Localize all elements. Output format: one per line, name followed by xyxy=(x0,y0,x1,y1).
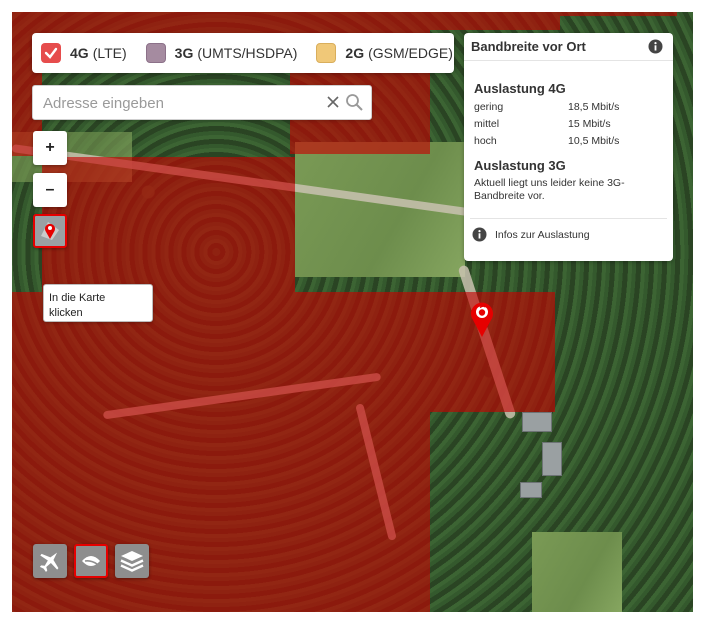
panel-header: Bandbreite vor Ort xyxy=(464,33,673,61)
search-input[interactable] xyxy=(41,90,315,116)
section-3g-title: Auslastung 3G xyxy=(474,158,566,173)
bandwidth-row: mittel 15 Mbit/s xyxy=(474,118,664,130)
panel-title: Bandbreite vor Ort xyxy=(471,39,586,54)
info-icon[interactable] xyxy=(648,39,663,54)
legend-detail: (GSM/EDGE) xyxy=(368,45,453,61)
layers-button[interactable] xyxy=(115,544,149,578)
airplane-button[interactable] xyxy=(33,544,67,578)
bandwidth-row: gering 18,5 Mbit/s xyxy=(474,101,664,113)
building xyxy=(520,482,542,498)
zoom-out-label: – xyxy=(45,181,55,198)
meadow-area xyxy=(532,532,622,612)
zoom-out-button[interactable]: – xyxy=(33,173,67,207)
vodafone-marker-icon[interactable] xyxy=(470,300,494,338)
row-label: mittel xyxy=(474,118,500,130)
building xyxy=(542,442,562,476)
legend-tech: 3G xyxy=(174,45,194,61)
legend-detail: (UMTS/HSDPA) xyxy=(197,45,298,61)
legend-item-3g[interactable]: 3G (UMTS/HSDPA) xyxy=(145,43,298,63)
auslastung-info-link[interactable]: Infos zur Auslastung xyxy=(472,227,590,242)
bandwidth-row: hoch 10,5 Mbit/s xyxy=(474,135,664,147)
row-label: hoch xyxy=(474,135,497,147)
bandwidth-panel: Bandbreite vor Ort Auslastung 4G gering … xyxy=(464,33,673,261)
layers-icon xyxy=(120,551,144,572)
checkbox-4g[interactable] xyxy=(41,43,61,63)
info-icon xyxy=(472,227,487,242)
row-value: 10,5 Mbit/s xyxy=(568,135,620,147)
search-icon[interactable] xyxy=(345,93,364,112)
legend-item-4g[interactable]: 4G (LTE) xyxy=(41,43,127,63)
coverage-4g-area xyxy=(42,157,295,292)
address-search xyxy=(32,85,372,120)
airplane-icon xyxy=(39,552,59,572)
tooltip-line: In die Karte xyxy=(49,292,106,304)
zoom-in-label: + xyxy=(45,139,55,156)
section-3g-note: Aktuell liegt uns leider keine 3G-Bandbr… xyxy=(474,177,625,202)
legend-detail: (LTE) xyxy=(92,45,127,61)
legend-tech: 2G xyxy=(345,45,365,61)
coverage-4g-area xyxy=(430,16,560,30)
coverage-4g-area xyxy=(42,16,290,34)
leaf-icon xyxy=(82,556,100,566)
building xyxy=(522,412,552,432)
network-legend: 4G (LTE) 3G (UMTS/HSDPA) 2G (GSM/EDGE) xyxy=(32,33,454,73)
zoom-in-button[interactable]: + xyxy=(33,131,67,165)
row-value: 15 Mbit/s xyxy=(568,118,611,130)
row-value: 18,5 Mbit/s xyxy=(568,101,620,113)
checkbox-3g[interactable] xyxy=(145,43,166,63)
checkbox-2g[interactable] xyxy=(316,43,337,63)
close-icon[interactable] xyxy=(326,95,340,109)
panel-divider xyxy=(470,218,667,219)
coverage-4g-area xyxy=(12,412,430,612)
map-click-tooltip: In die Karte klicken xyxy=(43,284,153,322)
leaf-button[interactable] xyxy=(74,544,108,578)
location-pin-icon xyxy=(41,222,59,240)
row-label: gering xyxy=(474,101,504,113)
footer-link-label: Infos zur Auslastung xyxy=(495,228,590,241)
legend-item-2g[interactable]: 2G (GSM/EDGE) xyxy=(316,43,453,63)
locate-button[interactable] xyxy=(33,214,67,248)
legend-tech: 4G xyxy=(70,45,89,61)
check-icon xyxy=(44,47,58,59)
tooltip-line: klicken xyxy=(49,307,83,319)
section-4g-title: Auslastung 4G xyxy=(474,81,566,96)
